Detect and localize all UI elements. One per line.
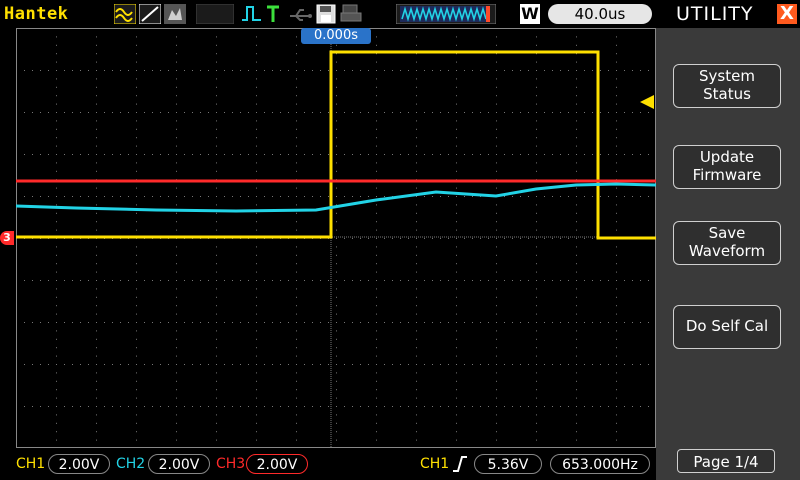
rising-edge-icon [452,454,468,478]
trigger-position-marker[interactable]: 0.000s [301,28,371,44]
ch3-ground-marker[interactable]: 3 [0,231,14,245]
page-indicator-button[interactable]: Page 1/4 [677,449,775,473]
ch2-scale[interactable]: 2.00V [148,454,210,474]
utility-menu-panel: UTILITY X System Status Update Firmware … [656,0,800,480]
trigger-pulse-icon [241,4,263,24]
waveform-icon[interactable] [114,4,136,24]
ch2-label: CH2 [116,456,146,472]
do-self-cal-button[interactable]: Do Self Cal [673,305,781,349]
button-label-line: Update [699,148,755,166]
system-status-button[interactable]: System Status [673,64,781,108]
update-firmware-button[interactable]: Update Firmware [673,145,781,189]
timebase-readout[interactable]: 40.0us [548,4,652,24]
button-label-line: Save [708,224,746,242]
display-box-icon [196,4,234,24]
trigger-level-readout[interactable]: 5.36V [474,454,542,474]
save-waveform-button[interactable]: Save Waveform [673,221,781,265]
ch2-trace [16,182,656,213]
persistence-icon[interactable] [164,4,186,24]
menu-title-bar: UTILITY X [656,0,800,28]
button-label-line: Waveform [688,242,766,260]
waveform-traces [16,50,656,240]
button-label-line: Status [703,85,751,103]
top-status-bar: Hantek W 40.0us [0,0,656,28]
trigger-T-icon [265,4,281,24]
button-label-line: System [699,67,755,85]
waveform-display[interactable] [16,28,656,448]
usb-icon [288,4,314,24]
ch3-scale[interactable]: 2.00V [246,454,308,474]
ch1-label: CH1 [16,456,46,472]
memory-depth-waveform-icon [396,4,496,24]
ch3-label: CH3 [216,456,246,472]
print-icon[interactable] [340,4,362,24]
close-icon[interactable]: X [777,4,797,24]
trigger-level-arrow[interactable] [640,95,654,109]
button-label-line: Do Self Cal [685,317,769,335]
brand-logo: Hantek [4,4,69,24]
frequency-readout: 653.000Hz [550,454,650,474]
ramp-icon[interactable] [139,4,161,24]
window-mode-indicator: W [520,4,540,24]
menu-title: UTILITY [676,3,754,25]
button-label-line: Firmware [692,166,762,184]
trigger-source-label: CH1 [420,456,450,472]
save-icon[interactable] [316,4,336,24]
ch1-scale[interactable]: 2.00V [48,454,110,474]
channel-status-bar: CH1 2.00V CH2 2.00V CH3 2.00V CH1 5.36V … [0,448,656,480]
